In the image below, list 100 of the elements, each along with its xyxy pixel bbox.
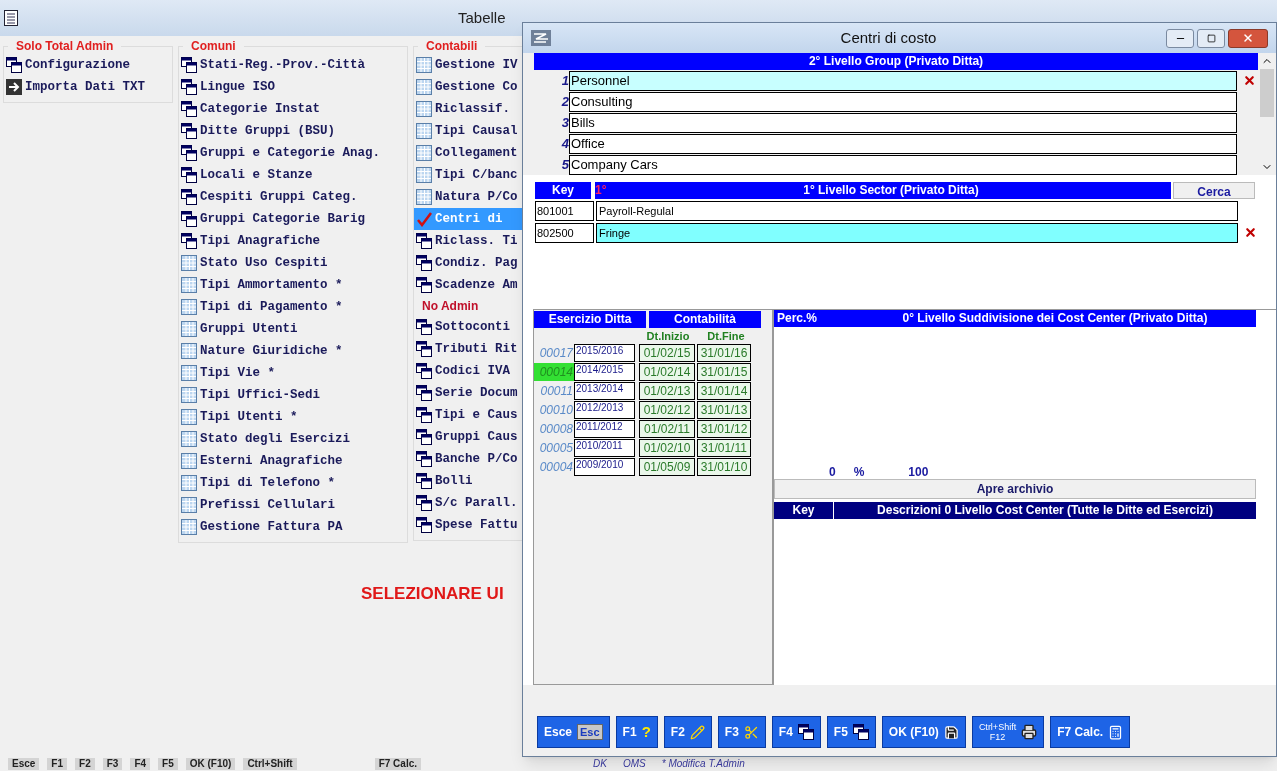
period-cell: 2014/2015 xyxy=(574,363,635,381)
menu-item[interactable]: Riclassif. xyxy=(414,98,530,120)
menu-item[interactable]: Prefissi Cellulari xyxy=(179,494,407,516)
window-stack-icon xyxy=(416,341,432,357)
toolbar-button[interactable]: * Modifica T.Admin xyxy=(657,758,749,770)
menu-item[interactable]: Banche P/Co xyxy=(414,448,530,470)
toolbar-button[interactable]: F4 xyxy=(771,716,821,748)
toolbar-button[interactable]: F7 Calc. xyxy=(374,758,422,770)
window-stack-icon xyxy=(6,57,22,73)
grid-icon xyxy=(416,189,432,205)
grid-icon xyxy=(181,497,197,513)
menu-item[interactable]: Nature Giuridiche * xyxy=(179,340,407,362)
toolbar-button[interactable]: Esce xyxy=(8,758,40,770)
menu-item[interactable]: Stato Uso Cespiti xyxy=(179,252,407,274)
menu-item[interactable]: Gestione Fattura PA xyxy=(179,516,407,538)
archive-key-header: Key xyxy=(774,502,834,519)
menu-item[interactable]: S/c Parall. xyxy=(414,492,530,514)
toolbar-button[interactable]: DK xyxy=(589,758,611,770)
menu-item[interactable]: Codici IVA xyxy=(414,360,530,382)
toolbar-button[interactable]: OK (F10) xyxy=(881,716,966,748)
toolbar-button[interactable]: OMS xyxy=(618,758,650,770)
maximize-button[interactable] xyxy=(1197,28,1225,48)
period-cell: 2013/2014 xyxy=(574,382,635,400)
menu-item[interactable]: Tipi Ammortamento * xyxy=(179,274,407,296)
toolbar-button[interactable]: Esce Esc xyxy=(537,716,610,748)
toolbar-button[interactable]: F1 ? xyxy=(615,716,658,748)
menu-item[interactable]: Stato degli Esercizi xyxy=(179,428,407,450)
menu-item[interactable]: Configurazione xyxy=(4,54,172,76)
menu-item[interactable]: Gruppi Caus xyxy=(414,426,530,448)
menu-item[interactable]: Tipi Uffici-Sedi xyxy=(179,384,407,406)
key-header: Key xyxy=(535,182,591,199)
menu-item[interactable]: Bolli xyxy=(414,470,530,492)
sector-row[interactable]: Payroll-Regulal xyxy=(596,200,1238,221)
menu-item[interactable]: Lingue ISO xyxy=(179,76,407,98)
toolbar-button[interactable]: F5 xyxy=(826,716,876,748)
close-button[interactable] xyxy=(1228,28,1268,48)
menu-item[interactable]: Importa Dati TXT xyxy=(4,76,172,98)
menu-item[interactable]: Cespiti Gruppi Categ. xyxy=(179,186,407,208)
menu-item[interactable]: Tipi e Caus xyxy=(414,404,530,426)
group-row[interactable]: Company Cars xyxy=(569,154,1237,175)
toolbar-button[interactable]: F5 xyxy=(158,758,178,770)
menu-item[interactable]: Tributi Rit xyxy=(414,338,530,360)
sector-row[interactable]: Fringe xyxy=(596,222,1238,243)
menu-item[interactable]: Locali e Stanze xyxy=(179,164,407,186)
toolbar-button[interactable]: F2 xyxy=(663,716,712,748)
menu-item[interactable]: Gruppi Categorie Barig xyxy=(179,208,407,230)
group-row[interactable]: Office xyxy=(569,133,1237,154)
menu-item[interactable]: Esterni Anagrafiche xyxy=(179,450,407,472)
toolbar-button[interactable]: Ctrl+Shift xyxy=(243,758,297,770)
toolbar-button[interactable]: F3 xyxy=(102,758,123,770)
start-date-header: Dt.Inizio xyxy=(645,329,691,344)
menu-item[interactable]: Tipi di Telefono * xyxy=(179,472,407,494)
menu-item[interactable]: Ditte Gruppi (BSU) xyxy=(179,120,407,142)
group-header: 2° Livello Group (Privato Ditta) xyxy=(534,53,1258,70)
group-row[interactable]: Personnel xyxy=(569,70,1237,91)
row-number: 4 xyxy=(560,134,569,153)
menu-item[interactable]: Condiz. Pag xyxy=(414,252,530,274)
scrollbar-thumb[interactable] xyxy=(1260,69,1274,117)
toolbar-button[interactable]: OK (F10) xyxy=(185,758,236,770)
grid-icon xyxy=(181,365,197,381)
delete-icon[interactable] xyxy=(1244,226,1257,239)
period-cell: 2011/2012 xyxy=(574,420,635,438)
menu-item[interactable]: Categorie Instat xyxy=(179,98,407,120)
menu-item[interactable]: Riclass. Ti xyxy=(414,230,530,252)
toolbar-button[interactable]: F3 xyxy=(717,716,766,748)
grid-icon xyxy=(416,79,432,95)
menu-item[interactable]: Natura P/Co xyxy=(414,186,530,208)
menu-item[interactable]: Gruppi Utenti xyxy=(179,318,407,340)
menu-item[interactable]: Gruppi e Categorie Anag. xyxy=(179,142,407,164)
group-row[interactable]: Consulting xyxy=(569,91,1237,112)
toolbar-button[interactable]: F7 Calc. xyxy=(1050,716,1131,748)
open-archive-button[interactable]: Apre archivio xyxy=(774,479,1256,499)
menu-item[interactable]: Stati-Reg.-Prov.-Città xyxy=(179,54,407,76)
menu-item[interactable]: Tipi Causal xyxy=(414,120,530,142)
menu-item[interactable]: Serie Docum xyxy=(414,382,530,404)
delete-icon[interactable] xyxy=(1243,74,1256,87)
menu-item[interactable]: Sottoconti xyxy=(414,316,530,338)
menu-item[interactable]: Tipi Vie * xyxy=(179,362,407,384)
menu-item[interactable]: Tipi Anagrafiche xyxy=(179,230,407,252)
menu-item[interactable]: Tipi di Pagamento * xyxy=(179,296,407,318)
period-cell: 2010/2011 xyxy=(574,439,635,457)
minimize-button[interactable] xyxy=(1166,28,1194,48)
toolbar-button[interactable]: F1 xyxy=(47,758,68,770)
menu-item[interactable]: Gestione Co xyxy=(414,76,530,98)
toolbar-button[interactable]: Ctrl+Shift F12 xyxy=(971,716,1045,748)
menu-item[interactable]: Spese Fattu xyxy=(414,514,530,536)
calculator-icon xyxy=(1108,724,1124,740)
toolbar-button[interactable]: F2 xyxy=(75,758,95,770)
toolbar-button[interactable]: F4 xyxy=(130,758,151,770)
menu-item[interactable]: Collegament xyxy=(414,142,530,164)
search-button[interactable]: Cerca xyxy=(1173,182,1255,199)
menu-item[interactable]: Tipi Utenti * xyxy=(179,406,407,428)
row-number: 2 xyxy=(560,92,569,111)
group-row[interactable]: Bills xyxy=(569,112,1237,133)
date-cell: 01/02/15 xyxy=(639,344,695,362)
menu-item[interactable]: Tipi C/banc xyxy=(414,164,530,186)
menu-item[interactable]: Gestione IV xyxy=(414,54,530,76)
menu-item[interactable]: Scadenze Am xyxy=(414,274,530,296)
prompt-message: SELEZIONARE UI xyxy=(361,583,505,605)
window-stack-icon xyxy=(852,724,869,740)
